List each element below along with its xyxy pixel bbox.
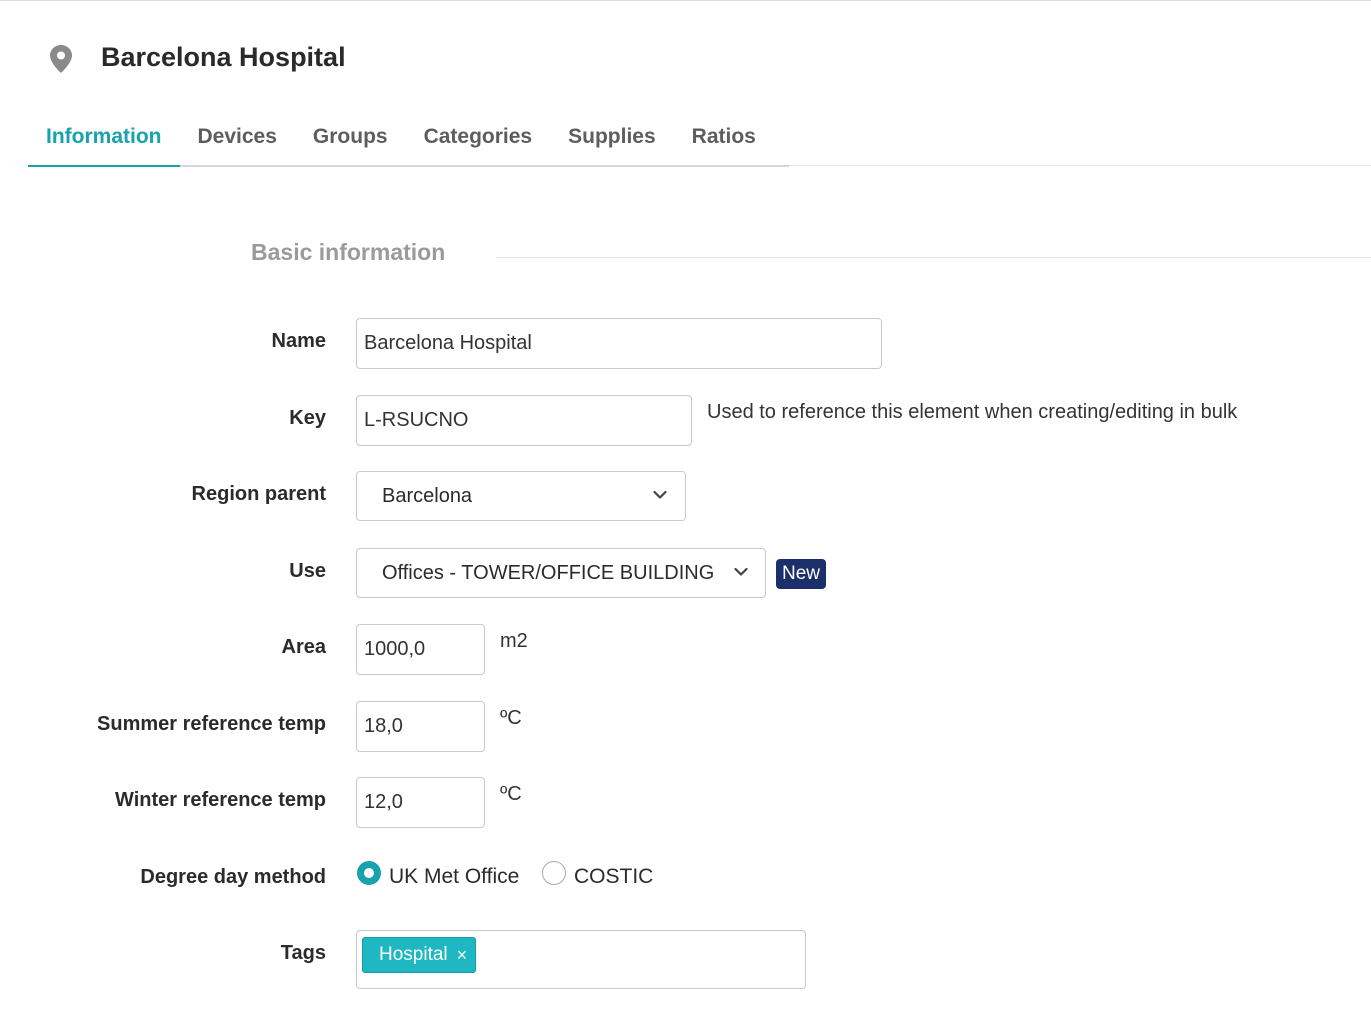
radio-costic[interactable] xyxy=(542,861,566,885)
tab-categories[interactable]: Categories xyxy=(406,115,551,165)
tab-bar: Information Devices Groups Categories Su… xyxy=(28,115,774,167)
area-input[interactable] xyxy=(356,624,485,675)
radio-label-uk-met-office: UK Met Office xyxy=(389,865,520,888)
radio-label-costic: COSTIC xyxy=(574,865,654,888)
region-parent-select[interactable]: Barcelona xyxy=(356,471,686,521)
key-input[interactable] xyxy=(356,395,692,446)
new-badge: New xyxy=(776,559,827,589)
area-unit: m2 xyxy=(500,630,528,652)
use-select[interactable]: Offices - TOWER/OFFICE BUILDING xyxy=(356,548,766,598)
tag-label: Hospital xyxy=(379,944,448,965)
tags-label: Tags xyxy=(280,942,326,964)
tab-groups[interactable]: Groups xyxy=(295,115,406,165)
use-value: Offices - TOWER/OFFICE BUILDING xyxy=(382,562,715,584)
tags-input[interactable]: Hospital × xyxy=(356,930,806,989)
degree-day-label: Degree day method xyxy=(140,866,326,888)
page-title: Barcelona Hospital xyxy=(101,42,346,72)
name-label: Name xyxy=(271,330,326,352)
use-label: Use xyxy=(289,560,326,582)
winter-temp-unit: ºC xyxy=(500,783,522,805)
radio-uk-met-office[interactable] xyxy=(357,861,381,885)
tab-supplies[interactable]: Supplies xyxy=(550,115,674,165)
region-parent-label: Region parent xyxy=(191,483,326,505)
chevron-down-icon xyxy=(653,490,667,499)
winter-temp-label: Winter reference temp xyxy=(115,789,326,811)
name-input[interactable] xyxy=(356,318,882,369)
tab-ratios[interactable]: Ratios xyxy=(674,115,774,165)
tab-information[interactable]: Information xyxy=(28,115,180,167)
tag-chip: Hospital × xyxy=(362,937,477,973)
key-hint: Used to reference this element when crea… xyxy=(707,401,1238,423)
tab-devices[interactable]: Devices xyxy=(180,115,295,165)
key-label: Key xyxy=(289,407,326,429)
summer-temp-unit: ºC xyxy=(500,707,522,729)
section-divider xyxy=(496,257,1371,258)
summer-temp-label: Summer reference temp xyxy=(97,713,326,735)
winter-temp-input[interactable] xyxy=(356,777,485,828)
chevron-down-icon xyxy=(734,567,748,576)
summer-temp-input[interactable] xyxy=(356,701,485,752)
area-label: Area xyxy=(281,636,326,658)
section-title: Basic information xyxy=(251,239,446,265)
top-divider xyxy=(0,0,1371,1)
close-icon[interactable]: × xyxy=(457,946,468,964)
map-pin-icon xyxy=(50,45,72,73)
region-parent-value: Barcelona xyxy=(382,485,473,507)
